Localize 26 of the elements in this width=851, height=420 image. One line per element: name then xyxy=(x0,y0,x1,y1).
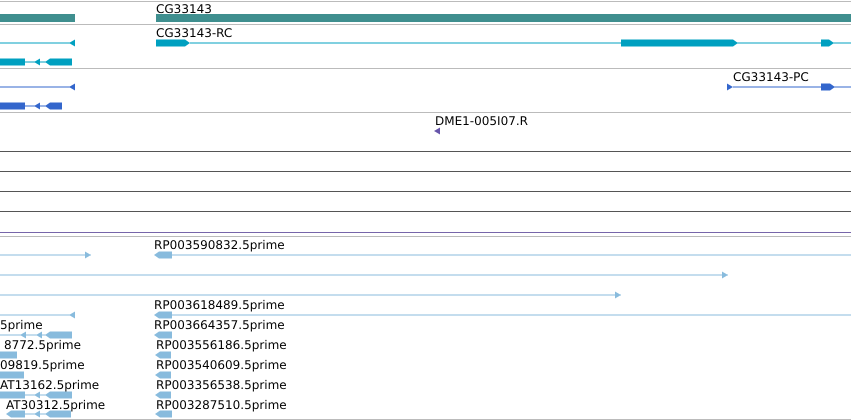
cdna-feature-glyph xyxy=(155,392,171,398)
feature-label: RP003556186.5prime xyxy=(156,338,287,352)
cdna-feature-glyph xyxy=(155,352,171,358)
feature-label: AT13162.5prime xyxy=(0,378,100,392)
feature-label: RP003287510.5prime xyxy=(156,398,287,412)
cdna-feature-glyph xyxy=(0,352,17,358)
feature-label: RP003590832.5prime xyxy=(154,238,285,252)
cdna-feature-glyph xyxy=(155,372,171,378)
feature-label: RP003356538.5prime xyxy=(156,378,287,392)
feature-label: CG33143-RC xyxy=(156,26,232,40)
cdna-feature-glyph xyxy=(6,410,72,418)
feature-label: CG33143-PC xyxy=(733,70,809,84)
feature-label: RP003664357.5prime xyxy=(154,318,285,332)
feature-label: 5prime xyxy=(0,318,43,332)
feature-label: RP003540609.5prime xyxy=(156,358,287,372)
cdna-feature-glyph xyxy=(0,372,24,378)
cdna-feature-glyph xyxy=(154,332,172,338)
feature-label: DME1-005I07.R xyxy=(435,114,528,128)
cdna-feature-glyph xyxy=(155,410,172,418)
protein-feature-glyph xyxy=(0,102,62,110)
feature-label: RP003618489.5prime xyxy=(154,298,285,312)
feature-label: AT30312.5prime xyxy=(6,398,106,412)
feature-label: 09819.5prime xyxy=(0,358,85,372)
est-feature-glyph xyxy=(434,128,440,134)
feature-label: CG33143 xyxy=(156,2,212,16)
feature-label: 8772.5prime xyxy=(4,338,81,352)
